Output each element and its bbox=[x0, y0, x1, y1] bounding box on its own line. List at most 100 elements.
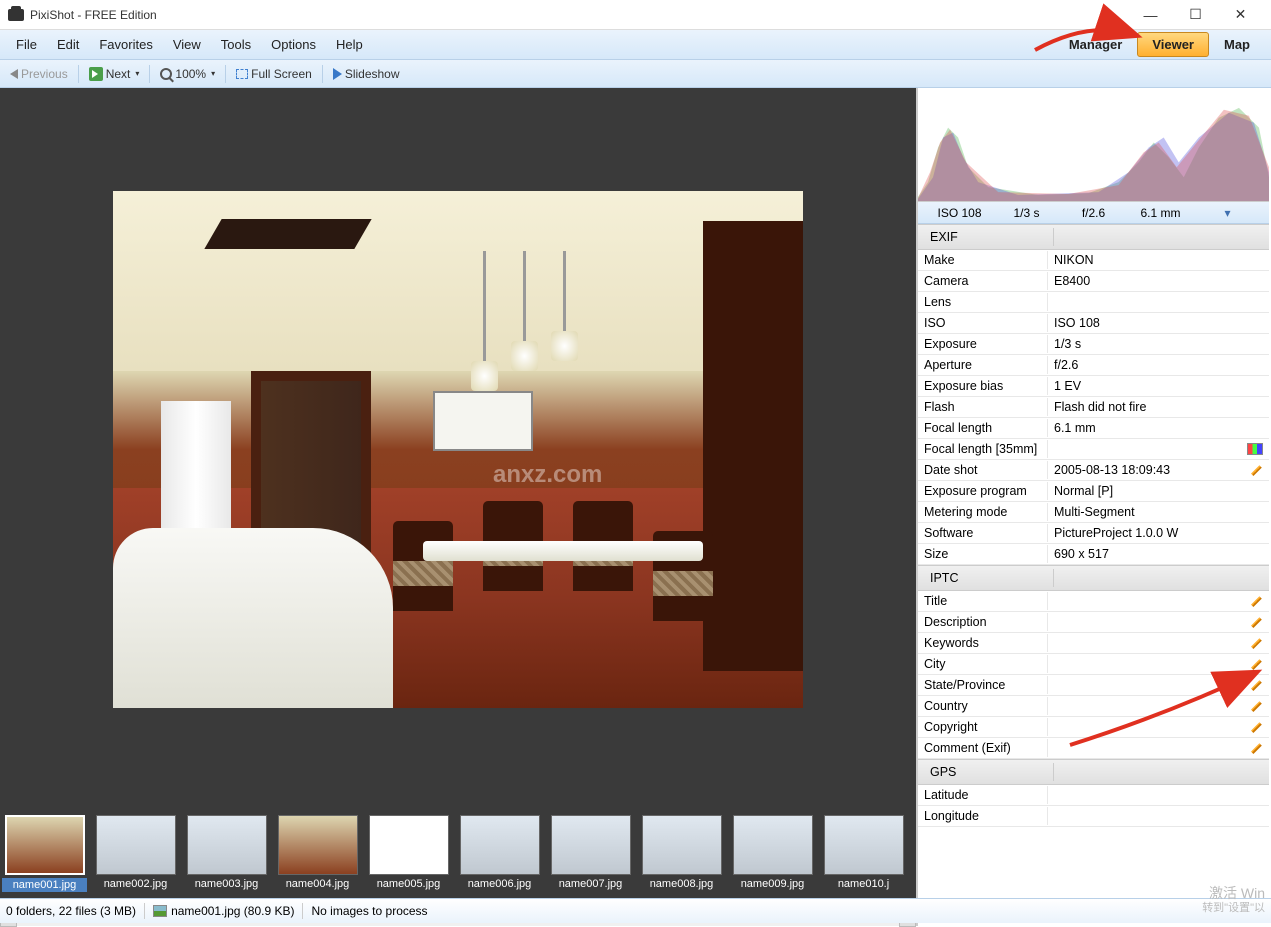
thumbnail[interactable]: name005.jpg bbox=[366, 815, 451, 909]
pencil-icon[interactable] bbox=[1251, 742, 1263, 754]
map-tab[interactable]: Map bbox=[1209, 32, 1265, 57]
meta-value bbox=[1048, 814, 1269, 818]
meta-row[interactable]: Focal length [35mm] bbox=[918, 439, 1269, 460]
pencil-icon[interactable] bbox=[1251, 658, 1263, 670]
meta-row[interactable]: SoftwarePictureProject 1.0.0 W bbox=[918, 523, 1269, 544]
meta-key: Software bbox=[918, 524, 1048, 542]
meta-row[interactable]: Longitude bbox=[918, 806, 1269, 827]
thumbnail-image bbox=[460, 815, 540, 875]
pencil-icon[interactable] bbox=[1251, 721, 1263, 733]
meta-row[interactable]: FlashFlash did not fire bbox=[918, 397, 1269, 418]
meta-section-header[interactable]: GPS bbox=[918, 759, 1269, 785]
menu-help[interactable]: Help bbox=[326, 33, 373, 56]
summary-aperture: f/2.6 bbox=[1060, 206, 1127, 220]
meta-section-header[interactable]: EXIF bbox=[918, 224, 1269, 250]
meta-row[interactable]: State/Province bbox=[918, 675, 1269, 696]
thumbnail-label: name008.jpg bbox=[639, 878, 724, 890]
status-process: No images to process bbox=[311, 904, 427, 918]
pencil-icon[interactable] bbox=[1251, 616, 1263, 628]
meta-row[interactable]: Keywords bbox=[918, 633, 1269, 654]
menu-favorites[interactable]: Favorites bbox=[89, 33, 162, 56]
meta-key: City bbox=[918, 655, 1048, 673]
chevron-down-icon[interactable]: ▾ bbox=[1194, 206, 1261, 220]
maximize-button[interactable]: ☐ bbox=[1173, 1, 1218, 29]
title-bar: PixiShot - FREE Edition — ☐ ✕ bbox=[0, 0, 1271, 30]
thumbnail[interactable]: name004.jpg bbox=[275, 815, 360, 909]
slideshow-button[interactable]: Slideshow bbox=[327, 65, 406, 83]
windows-watermark: 激活 Win 转到"设置"以 bbox=[1202, 885, 1265, 915]
pencil-icon[interactable] bbox=[1251, 700, 1263, 712]
meta-row[interactable]: CameraE8400 bbox=[918, 271, 1269, 292]
menu-file[interactable]: File bbox=[6, 33, 47, 56]
meta-row[interactable]: Exposure bias1 EV bbox=[918, 376, 1269, 397]
thumbnail-image bbox=[187, 815, 267, 875]
menu-view[interactable]: View bbox=[163, 33, 211, 56]
meta-section-header[interactable]: IPTC bbox=[918, 565, 1269, 591]
pencil-icon[interactable] bbox=[1251, 464, 1263, 476]
meta-row[interactable]: Exposure programNormal [P] bbox=[918, 481, 1269, 502]
thumbnail[interactable]: name006.jpg bbox=[457, 815, 542, 909]
viewer-tab[interactable]: Viewer bbox=[1137, 32, 1209, 57]
close-button[interactable]: ✕ bbox=[1218, 1, 1263, 29]
meta-row[interactable]: Date shot2005-08-13 18:09:43 bbox=[918, 460, 1269, 481]
meta-value bbox=[1048, 793, 1269, 797]
zoom-control[interactable]: 100% ▾ bbox=[154, 65, 221, 83]
thumbnail-strip[interactable]: name001.jpgname002.jpg name003.jpg name004… bbox=[0, 811, 916, 909]
meta-row[interactable]: Copyright bbox=[918, 717, 1269, 738]
menu-tools[interactable]: Tools bbox=[211, 33, 261, 56]
pencil-icon[interactable] bbox=[1251, 595, 1263, 607]
meta-row[interactable]: Aperturef/2.6 bbox=[918, 355, 1269, 376]
thumbnail[interactable]: name010.j bbox=[821, 815, 906, 909]
meta-row[interactable]: City bbox=[918, 654, 1269, 675]
meta-row[interactable]: Focal length6.1 mm bbox=[918, 418, 1269, 439]
meta-value: 1 EV bbox=[1048, 377, 1269, 395]
menu-options[interactable]: Options bbox=[261, 33, 326, 56]
exif-summary-bar[interactable]: ISO 108 1/3 s f/2.6 6.1 mm ▾ bbox=[918, 202, 1269, 224]
previous-button[interactable]: Previous bbox=[4, 65, 74, 83]
meta-value: Normal [P] bbox=[1048, 482, 1269, 500]
thumbnail[interactable]: name008.jpg bbox=[639, 815, 724, 909]
meta-value: 1/3 s bbox=[1048, 335, 1269, 353]
thumbnail[interactable]: name003.jpg bbox=[184, 815, 269, 909]
meta-key: Aperture bbox=[918, 356, 1048, 374]
thumbnail[interactable]: name007.jpg bbox=[548, 815, 633, 909]
meta-row[interactable]: Metering modeMulti-Segment bbox=[918, 502, 1269, 523]
fullscreen-button[interactable]: Full Screen bbox=[230, 65, 318, 83]
meta-key: State/Province bbox=[918, 676, 1048, 694]
meta-row[interactable]: Exposure1/3 s bbox=[918, 334, 1269, 355]
meta-row[interactable]: Description bbox=[918, 612, 1269, 633]
pencil-icon[interactable] bbox=[1251, 637, 1263, 649]
meta-value bbox=[1048, 719, 1269, 735]
color-box-icon[interactable] bbox=[1247, 443, 1263, 455]
meta-key: Metering mode bbox=[918, 503, 1048, 521]
meta-key: Focal length [35mm] bbox=[918, 440, 1048, 458]
watermark: anxz.com bbox=[493, 461, 602, 489]
thumbnail[interactable]: name001.jpg bbox=[2, 815, 87, 909]
meta-key: Longitude bbox=[918, 807, 1048, 825]
meta-value: 690 x 517 bbox=[1048, 545, 1269, 563]
arrow-right-icon bbox=[89, 67, 103, 81]
manager-tab[interactable]: Manager bbox=[1054, 32, 1137, 57]
meta-key: Size bbox=[918, 545, 1048, 563]
meta-row[interactable]: Comment (Exif) bbox=[918, 738, 1269, 759]
meta-row[interactable]: Lens bbox=[918, 292, 1269, 313]
meta-row[interactable]: ISOISO 108 bbox=[918, 313, 1269, 334]
next-button[interactable]: Next ▾ bbox=[83, 65, 146, 83]
meta-row[interactable]: Title bbox=[918, 591, 1269, 612]
minimize-button[interactable]: — bbox=[1128, 1, 1173, 29]
meta-row[interactable]: Country bbox=[918, 696, 1269, 717]
menu-edit[interactable]: Edit bbox=[47, 33, 89, 56]
meta-row[interactable]: MakeNIKON bbox=[918, 250, 1269, 271]
thumbnail-label: name006.jpg bbox=[457, 878, 542, 890]
thumbnail-label: name003.jpg bbox=[184, 878, 269, 890]
meta-row[interactable]: Latitude bbox=[918, 785, 1269, 806]
meta-key: Description bbox=[918, 613, 1048, 631]
thumbnail[interactable]: name002.jpg bbox=[93, 815, 178, 909]
image-viewport[interactable]: anxz.com bbox=[0, 88, 916, 811]
pencil-icon[interactable] bbox=[1251, 679, 1263, 691]
histogram[interactable] bbox=[918, 88, 1269, 202]
meta-row[interactable]: Size690 x 517 bbox=[918, 544, 1269, 565]
thumbnail[interactable]: name009.jpg bbox=[730, 815, 815, 909]
metadata-table[interactable]: EXIFMakeNIKONCameraE8400LensISOISO 108Ex… bbox=[918, 224, 1269, 926]
meta-key: Keywords bbox=[918, 634, 1048, 652]
